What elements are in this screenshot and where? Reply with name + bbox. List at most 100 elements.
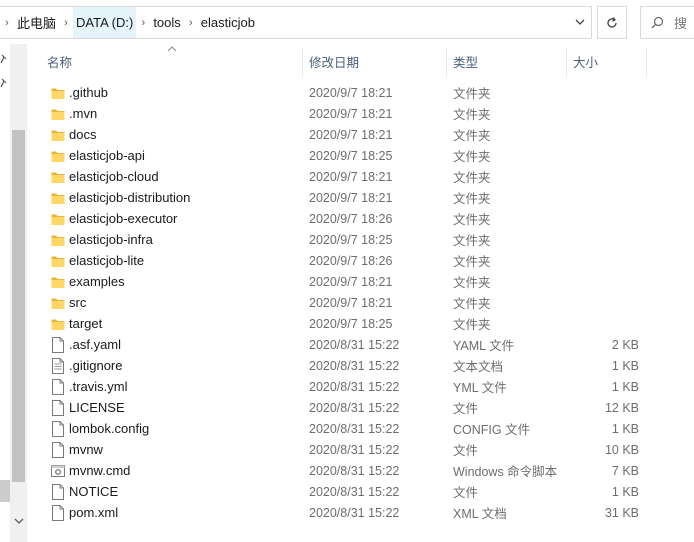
chevron-down-icon[interactable] (573, 15, 587, 29)
file-row[interactable]: .gitignore 2020/8/31 15:22 文本文档 1 KB (27, 355, 694, 376)
folder-row[interactable]: elasticjob-executor 2020/9/7 18:26 文件夹 (27, 208, 694, 229)
file-list[interactable]: .github 2020/9/7 18:21 文件夹 .mvn 2020/9/7 18:… (27, 82, 694, 530)
folder-row[interactable]: target 2020/9/7 18:25 文件夹 (27, 313, 694, 334)
header-divider[interactable] (646, 48, 647, 77)
modified-date: 2020/9/7 18:21 (309, 190, 393, 205)
file-type: 文件夹 (453, 318, 491, 332)
file-name[interactable]: docs (69, 127, 96, 142)
folder-icon (51, 214, 65, 225)
pin-icon (0, 54, 7, 64)
folder-row[interactable]: .github 2020/9/7 18:21 文件夹 (27, 82, 694, 103)
chevron-right-icon[interactable]: › (184, 17, 198, 29)
header-type[interactable]: 类型 (447, 44, 565, 79)
refresh-button[interactable] (597, 6, 627, 39)
file-row[interactable]: pom.xml 2020/8/31 15:22 XML 文档 31 KB (27, 502, 694, 523)
address-toolbar: › 此电脑 › DATA (D:) › tools › elasticjob 搜 (0, 0, 694, 44)
navigation-scrollbar[interactable] (10, 44, 27, 542)
breadcrumb-tools[interactable]: tools (150, 7, 183, 38)
modified-date: 2020/8/31 15:22 (309, 463, 400, 478)
file-name[interactable]: elasticjob-cloud (69, 169, 159, 184)
file-name[interactable]: lombok.config (69, 421, 149, 436)
file-name[interactable]: .asf.yaml (69, 337, 121, 352)
file-type: 文件夹 (453, 255, 491, 269)
file-row[interactable]: mvnw 2020/8/31 15:22 文件 10 KB (27, 439, 694, 460)
modified-date: 2020/9/7 18:21 (309, 127, 393, 142)
header-date[interactable]: 修改日期 (303, 44, 445, 79)
file-size: 1 KB (611, 379, 639, 394)
folder-row[interactable]: docs 2020/9/7 18:21 文件夹 (27, 124, 694, 145)
modified-date: 2020/9/7 18:21 (309, 106, 393, 121)
file-name[interactable]: elasticjob-lite (69, 253, 144, 268)
file-name[interactable]: elasticjob-api (69, 148, 145, 163)
file-name[interactable]: pom.xml (69, 505, 118, 520)
file-name[interactable]: .gitignore (69, 358, 122, 373)
file-name[interactable]: .mvn (69, 106, 97, 121)
folder-icon (51, 298, 65, 309)
scroll-down-icon[interactable] (14, 516, 24, 526)
folder-row[interactable]: elasticjob-cloud 2020/9/7 18:21 文件夹 (27, 166, 694, 187)
modified-date: 2020/8/31 15:22 (309, 358, 400, 373)
modified-date: 2020/9/7 18:21 (309, 274, 393, 289)
folder-icon (51, 130, 65, 141)
file-row[interactable]: .asf.yaml 2020/8/31 15:22 YAML 文件 2 KB (27, 334, 694, 355)
folder-icon (51, 151, 65, 162)
file-row[interactable]: lombok.config 2020/8/31 15:22 CONFIG 文件 1 K… (27, 418, 694, 439)
refresh-icon (607, 16, 617, 28)
file-name[interactable]: examples (69, 274, 125, 289)
column-headers: 名称 修改日期 类型 大小 (27, 44, 694, 79)
file-name[interactable]: .travis.yml (69, 379, 128, 394)
file-type: 文件夹 (453, 213, 491, 227)
search-icon (651, 16, 664, 29)
modified-date: 2020/9/7 18:21 (309, 169, 393, 184)
file-type: 文件 (453, 402, 479, 416)
file-icon (52, 505, 64, 521)
modified-date: 2020/8/31 15:22 (309, 442, 400, 457)
file-row[interactable]: mvnw.cmd 2020/8/31 15:22 Windows 命令脚本 7 KB (27, 460, 694, 481)
header-name[interactable]: 名称 (41, 44, 301, 79)
modified-date: 2020/8/31 15:22 (309, 421, 400, 436)
folder-row[interactable]: elasticjob-distribution 2020/9/7 18:21 文件夹 (27, 187, 694, 208)
modified-date: 2020/9/7 18:26 (309, 211, 393, 226)
breadcrumb-elasticjob[interactable]: elasticjob (198, 7, 258, 38)
file-size: 1 KB (611, 484, 639, 499)
file-name[interactable]: src (69, 295, 86, 310)
file-name[interactable]: mvnw.cmd (69, 463, 130, 478)
file-name[interactable]: .github (69, 85, 108, 100)
folder-row[interactable]: src 2020/9/7 18:21 文件夹 (27, 292, 694, 313)
search-box[interactable]: 搜 (640, 6, 694, 39)
file-row[interactable]: .travis.yml 2020/8/31 15:22 YML 文件 1 KB (27, 376, 694, 397)
file-name[interactable]: elasticjob-infra (69, 232, 153, 247)
file-size: 31 KB (604, 505, 639, 520)
file-name[interactable]: LICENSE (69, 400, 125, 415)
file-icon (52, 400, 64, 416)
file-row[interactable]: NOTICE 2020/8/31 15:22 文件 1 KB (27, 481, 694, 502)
chevron-right-icon[interactable]: › (0, 17, 14, 29)
folder-row[interactable]: .mvn 2020/9/7 18:21 文件夹 (27, 103, 694, 124)
file-size: 7 KB (611, 463, 639, 478)
folder-row[interactable]: elasticjob-lite 2020/9/7 18:26 文件夹 (27, 250, 694, 271)
scrollbar-thumb[interactable] (12, 130, 25, 482)
file-icon (52, 484, 64, 500)
address-bar[interactable]: › 此电脑 › DATA (D:) › tools › elasticjob (0, 6, 592, 39)
file-icon (52, 421, 64, 437)
folder-row[interactable]: examples 2020/9/7 18:21 文件夹 (27, 271, 694, 292)
navigation-pane-edge[interactable] (0, 44, 10, 542)
header-size[interactable]: 大小 (567, 44, 645, 79)
file-type: 文件夹 (453, 276, 491, 290)
folder-row[interactable]: elasticjob-api 2020/9/7 18:25 文件夹 (27, 145, 694, 166)
file-type: 文本文档 (453, 360, 504, 374)
navigation-selection (0, 480, 10, 502)
file-name[interactable]: elasticjob-distribution (69, 190, 190, 205)
file-name[interactable]: mvnw (69, 442, 103, 457)
folder-icon (51, 109, 65, 120)
file-size: 10 KB (604, 442, 639, 457)
file-row[interactable]: LICENSE 2020/8/31 15:22 文件 12 KB (27, 397, 694, 418)
chevron-right-icon[interactable]: › (136, 17, 150, 29)
file-name[interactable]: elasticjob-executor (69, 211, 177, 226)
file-name[interactable]: NOTICE (69, 484, 118, 499)
breadcrumb-this-pc[interactable]: 此电脑 (14, 7, 59, 38)
folder-row[interactable]: elasticjob-infra 2020/9/7 18:25 文件夹 (27, 229, 694, 250)
chevron-right-icon[interactable]: › (59, 17, 73, 29)
file-name[interactable]: target (69, 316, 102, 331)
breadcrumb-data-drive[interactable]: DATA (D:) (73, 7, 137, 38)
